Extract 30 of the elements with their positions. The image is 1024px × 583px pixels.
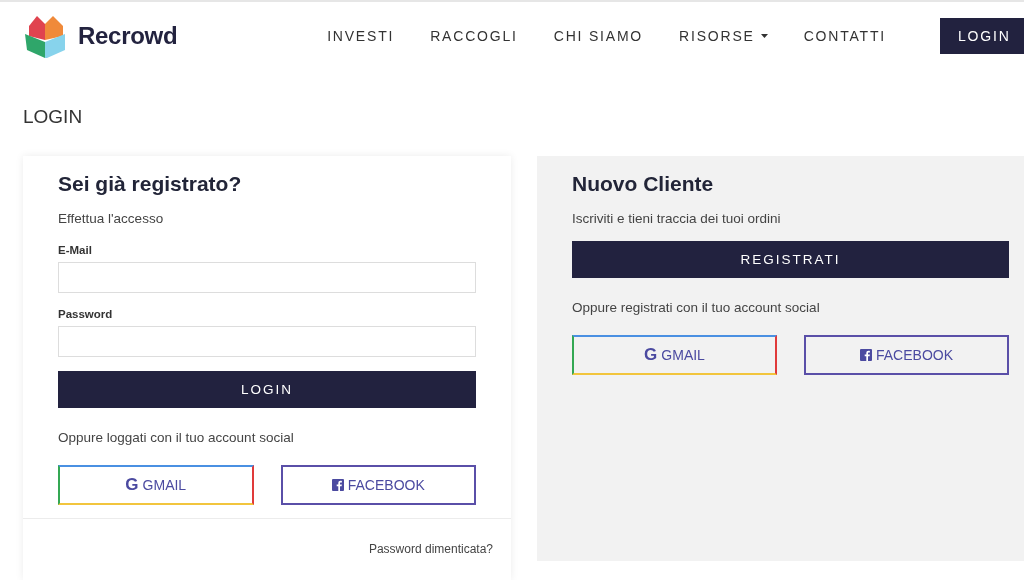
panel-title: Nuovo Cliente <box>572 172 715 196</box>
nav-link[interactable]: CONTATTI <box>785 28 904 44</box>
panel-subtitle: Iscriviti e tieni traccia dei tuoi ordini <box>572 211 782 226</box>
logo-icon <box>23 13 68 59</box>
card-subtitle: Effettua l'accesso <box>58 211 165 226</box>
login-button[interactable]: LOGIN <box>940 18 1024 54</box>
card-title: Sei già registrato? <box>58 172 243 196</box>
facebook-button[interactable]: FACEBOOK <box>280 465 476 505</box>
google-icon: G <box>644 345 658 365</box>
nav-link[interactable]: CHI SIAMO <box>535 28 662 44</box>
brand-name: Recrowd <box>78 22 178 50</box>
email-field[interactable] <box>58 262 476 293</box>
password-field[interactable] <box>58 326 476 357</box>
register-button[interactable]: REGISTRATI <box>572 241 1009 278</box>
field-label: E-Mail <box>58 244 93 256</box>
gmail-button[interactable]: G GMAIL <box>572 335 777 375</box>
nav-link[interactable]: RISORSE <box>661 28 786 44</box>
page-title: LOGIN <box>23 106 84 128</box>
social-register-text: Oppure registrati con il tuo account social <box>572 300 821 315</box>
forgot-password-link[interactable]: Password dimenticata? <box>368 542 493 556</box>
nav-link[interactable]: RACCOGLI <box>412 28 536 44</box>
login-button[interactable]: LOGIN <box>58 371 476 408</box>
facebook-button[interactable]: FACEBOOK <box>804 335 1009 375</box>
facebook-icon <box>331 479 344 491</box>
social-login-text: Oppure loggati con il tuo account social <box>58 430 295 445</box>
gmail-button[interactable]: G GMAIL <box>58 465 254 505</box>
google-icon: G <box>125 475 139 495</box>
field-label: Password <box>58 308 114 320</box>
facebook-icon <box>860 349 872 361</box>
nav-link[interactable]: INVESTI <box>309 28 413 44</box>
